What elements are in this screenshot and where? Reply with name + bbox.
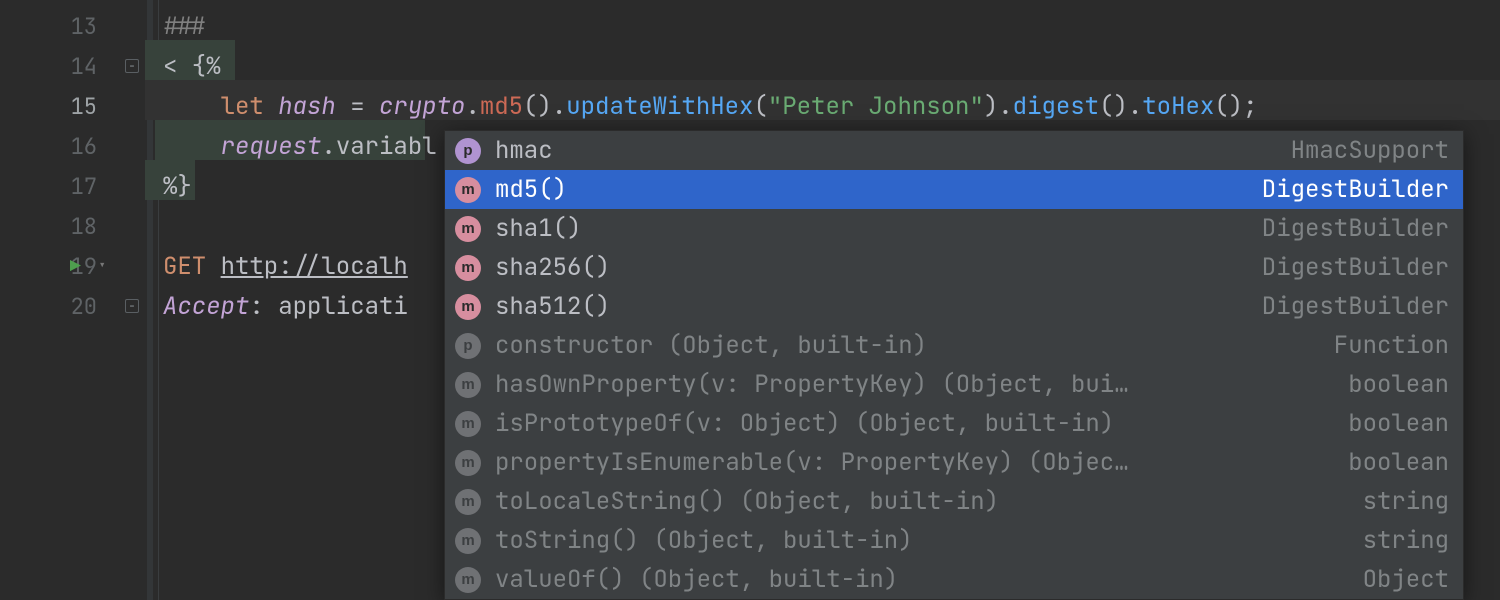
autocomplete-item-type: Object bbox=[1363, 564, 1449, 595]
autocomplete-item-type: string bbox=[1363, 486, 1449, 517]
method-icon: m bbox=[455, 489, 481, 515]
method-icon: m bbox=[455, 411, 481, 437]
autocomplete-item-type: boolean bbox=[1348, 369, 1449, 400]
line-number: 14 bbox=[71, 52, 97, 81]
method-icon: m bbox=[455, 528, 481, 554]
autocomplete-popup[interactable]: phmacHmacSupportmmd5()DigestBuildermsha1… bbox=[444, 130, 1464, 600]
autocomplete-item[interactable]: phmac HmacSupport bbox=[445, 131, 1463, 170]
autocomplete-item[interactable]: m toString() (Object, built-in) string bbox=[445, 521, 1463, 560]
autocomplete-item-name: constructor (Object, built-in) bbox=[495, 330, 1320, 361]
autocomplete-item-type: boolean bbox=[1348, 408, 1449, 439]
autocomplete-item[interactable]: m hasOwnProperty(v: PropertyKey) (Object,… bbox=[445, 365, 1463, 404]
autocomplete-item-type: DigestBuilder bbox=[1262, 174, 1449, 205]
method-icon: m bbox=[455, 450, 481, 476]
method-icon: m bbox=[455, 216, 481, 242]
gutter: 13 14 − 15 16 17 18 ▶ ▾ 19 20 − bbox=[0, 0, 145, 600]
property-icon: p bbox=[455, 138, 481, 164]
fold-icon[interactable]: − bbox=[125, 299, 139, 313]
code-line[interactable]: ### bbox=[163, 6, 1500, 46]
autocomplete-item-name: toLocaleString() (Object, built-in) bbox=[495, 486, 1349, 517]
autocomplete-item-name: sha256() bbox=[495, 252, 1248, 283]
run-gutter-icon[interactable]: ▶ bbox=[70, 255, 81, 278]
autocomplete-item[interactable]: m sha512() DigestBuilder bbox=[445, 287, 1463, 326]
autocomplete-item-name: sha512() bbox=[495, 291, 1248, 322]
method-icon: m bbox=[455, 255, 481, 281]
autocomplete-item-name: isPrototypeOf(v: Object) (Object, built-… bbox=[495, 408, 1334, 439]
fold-icon[interactable]: − bbox=[125, 59, 139, 73]
autocomplete-item-type: DigestBuilder bbox=[1262, 213, 1449, 244]
autocomplete-item[interactable]: m md5() DigestBuilder bbox=[445, 170, 1463, 209]
property-icon: p bbox=[455, 333, 481, 359]
autocomplete-item-name: propertyIsEnumerable(v: PropertyKey) (Ob… bbox=[495, 447, 1334, 478]
autocomplete-item-name: sha1() bbox=[495, 213, 1248, 244]
autocomplete-item[interactable]: m propertyIsEnumerable(v: PropertyKey) (O… bbox=[445, 443, 1463, 482]
method-icon: m bbox=[455, 372, 481, 398]
method-icon: m bbox=[455, 294, 481, 320]
autocomplete-item[interactable]: p constructor (Object, built-in) Function bbox=[445, 326, 1463, 365]
method-icon: m bbox=[455, 177, 481, 203]
method-icon: m bbox=[455, 567, 481, 593]
autocomplete-item[interactable]: m sha1() DigestBuilder bbox=[445, 209, 1463, 248]
autocomplete-item-name: valueOf() (Object, built-in) bbox=[495, 564, 1349, 595]
run-menu-caret-icon[interactable]: ▾ bbox=[98, 257, 106, 275]
line-number: 18 bbox=[71, 212, 97, 241]
autocomplete-item-type: Function bbox=[1334, 330, 1449, 361]
line-number: 16 bbox=[71, 132, 97, 161]
autocomplete-item[interactable]: m toLocaleString() (Object, built-in) stri… bbox=[445, 482, 1463, 521]
autocomplete-item[interactable]: m valueOf() (Object, built-in) Object bbox=[445, 560, 1463, 599]
autocomplete-item-name: hasOwnProperty(v: PropertyKey) (Object, … bbox=[495, 369, 1334, 400]
autocomplete-item-type: string bbox=[1363, 525, 1449, 556]
autocomplete-item-name: hmac bbox=[495, 135, 1277, 166]
autocomplete-item-type: DigestBuilder bbox=[1262, 252, 1449, 283]
autocomplete-item-type: HmacSupport bbox=[1291, 135, 1449, 166]
line-number: 15 bbox=[71, 92, 97, 121]
autocomplete-item-type: DigestBuilder bbox=[1262, 291, 1449, 322]
line-number: 20 bbox=[71, 292, 97, 321]
autocomplete-item-type: boolean bbox=[1348, 447, 1449, 478]
line-number: 17 bbox=[71, 172, 97, 201]
autocomplete-item-name: md5() bbox=[495, 174, 1248, 205]
autocomplete-item[interactable]: m sha256() DigestBuilder bbox=[445, 248, 1463, 287]
autocomplete-item-name: toString() (Object, built-in) bbox=[495, 525, 1349, 556]
line-number: 13 bbox=[71, 12, 97, 41]
autocomplete-item[interactable]: m isPrototypeOf(v: Object) (Object, built… bbox=[445, 404, 1463, 443]
